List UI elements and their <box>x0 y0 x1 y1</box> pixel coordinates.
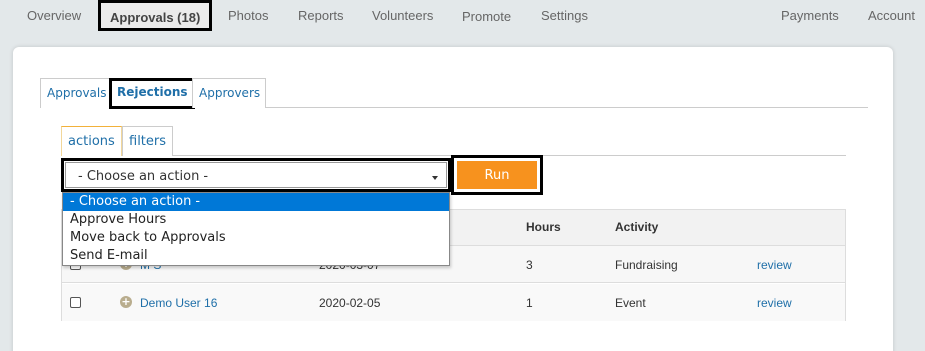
chevron-down-icon <box>432 176 438 180</box>
tab-filters[interactable]: filters <box>122 126 174 156</box>
tab-approvers[interactable]: Approvers <box>192 78 267 108</box>
top-navigation: Overview Approvals (18) Photos Reports V… <box>0 0 925 32</box>
row-date: 2020-02-05 <box>319 296 381 310</box>
approval-tabs: Approvals Rejections Approvers <box>40 78 868 109</box>
nav-volunteers[interactable]: Volunteers <box>372 8 433 23</box>
action-select[interactable]: - Choose an action - <box>61 158 451 192</box>
tab-actions[interactable]: actions <box>61 126 122 156</box>
header-hours: Hours <box>526 220 561 234</box>
plus-circle-icon[interactable]: + <box>120 296 132 308</box>
volunteer-name-link[interactable]: Demo User 16 <box>140 296 217 310</box>
option-send-email[interactable]: Send E-mail <box>63 247 449 265</box>
action-select-value: - Choose an action - <box>78 169 209 184</box>
nav-settings[interactable]: Settings <box>541 8 588 23</box>
row-activity: Event <box>615 296 646 310</box>
nav-promote[interactable]: Promote <box>462 9 511 24</box>
row-hours: 3 <box>526 258 533 272</box>
tab-approvals[interactable]: Approvals <box>40 78 113 108</box>
nav-reports[interactable]: Reports <box>298 8 344 23</box>
table-row: + Demo User 16 2020-02-05 1 Event review <box>62 284 845 321</box>
row-activity: Fundraising <box>615 258 678 272</box>
row-hours: 1 <box>526 296 533 310</box>
run-button-outline: Run <box>451 155 543 195</box>
option-choose-action[interactable]: - Choose an action - <box>63 193 449 211</box>
tab-rejections[interactable]: Rejections <box>109 78 195 109</box>
option-approve-hours[interactable]: Approve Hours <box>63 211 449 229</box>
nav-photos[interactable]: Photos <box>228 8 268 23</box>
nav-overview[interactable]: Overview <box>27 8 81 23</box>
action-dropdown-list: - Choose an action - Approve Hours Move … <box>62 192 450 266</box>
header-activity: Activity <box>615 220 659 234</box>
action-tabs: actions filters <box>61 126 846 156</box>
nav-payments[interactable]: Payments <box>781 8 839 23</box>
nav-account[interactable]: Account <box>868 8 915 23</box>
review-link[interactable]: review <box>757 296 792 310</box>
row-checkbox[interactable] <box>70 297 81 308</box>
review-link[interactable]: review <box>757 258 792 272</box>
option-move-back[interactable]: Move back to Approvals <box>63 229 449 247</box>
nav-approvals[interactable]: Approvals (18) <box>98 0 213 31</box>
run-button[interactable]: Run <box>457 161 537 189</box>
